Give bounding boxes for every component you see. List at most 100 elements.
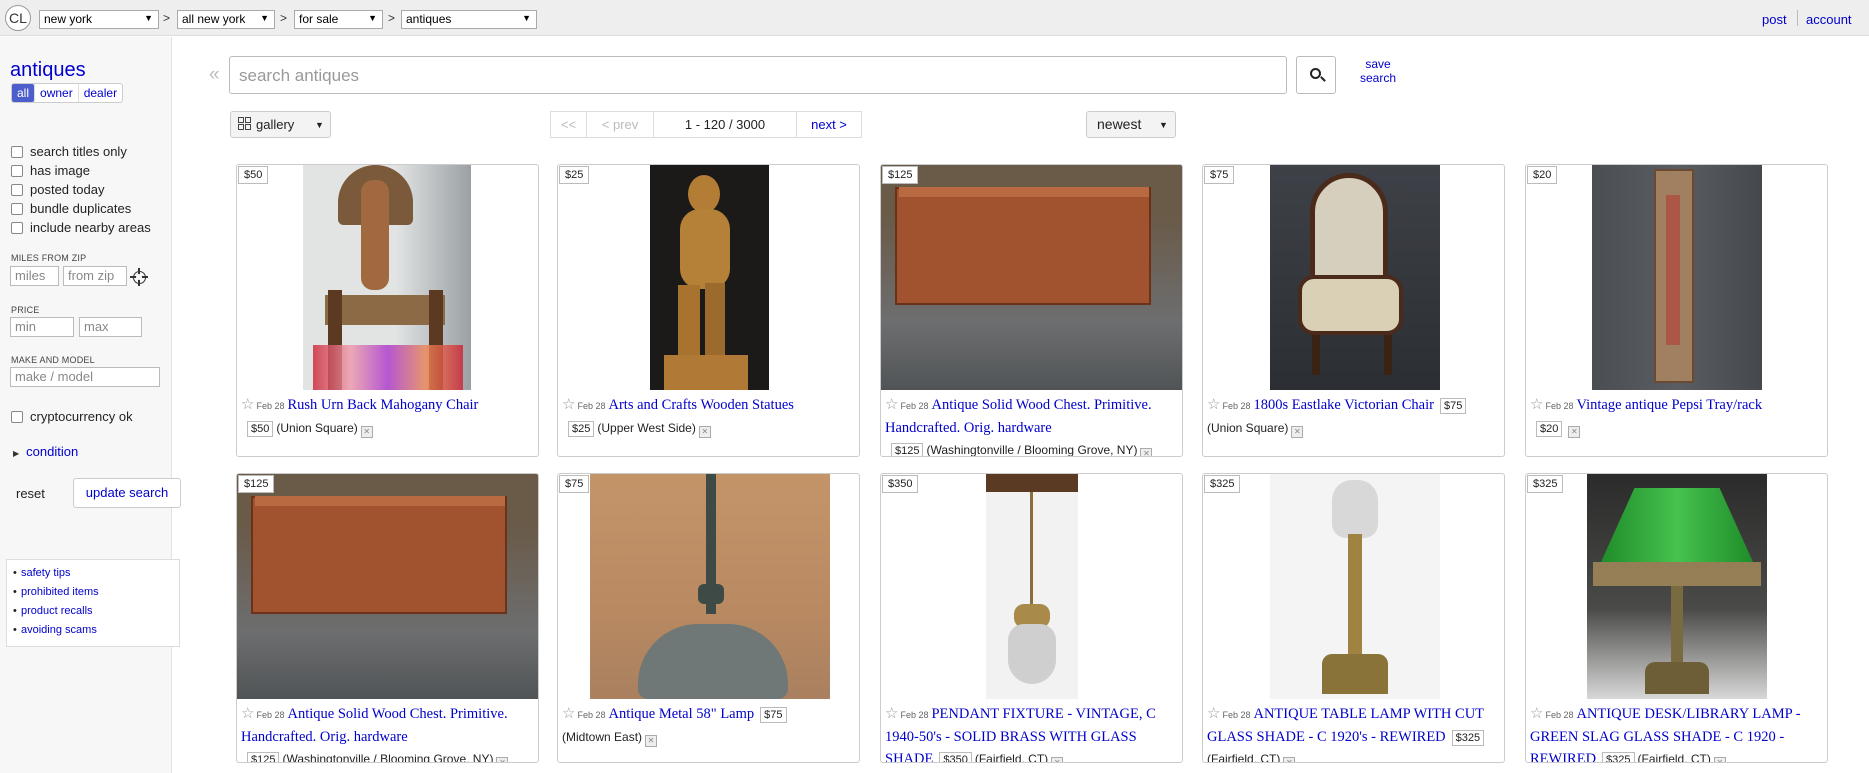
listing-title[interactable]: Vintage antique Pepsi Tray/rack bbox=[1576, 397, 1762, 413]
listing-info: ☆ Feb 28 1800s Eastlake Victorian Chair $75… bbox=[1207, 394, 1502, 439]
product-recalls-link[interactable]: product recalls bbox=[7, 605, 179, 624]
listing-title[interactable]: Antique Metal 58" Lamp bbox=[608, 706, 754, 722]
listing-image[interactable] bbox=[1526, 474, 1827, 699]
make-model-input[interactable]: make / model bbox=[10, 367, 160, 387]
listing-card[interactable]: $75 ☆ Feb 28 Antique Metal 58" Lamp $75 (Mi… bbox=[557, 473, 860, 763]
min-price-input[interactable]: min bbox=[10, 317, 74, 337]
listing-image[interactable] bbox=[558, 165, 859, 390]
account-link[interactable]: account bbox=[1806, 12, 1852, 27]
hide-listing-icon[interactable]: ✕ bbox=[1568, 426, 1581, 438]
post-link[interactable]: post bbox=[1762, 12, 1787, 27]
listing-location: (Midtown East) bbox=[562, 730, 643, 744]
listing-info: ☆ Feb 28 Rush Urn Back Mahogany Chair $50(… bbox=[241, 394, 536, 439]
hide-listing-icon[interactable]: ✕ bbox=[1291, 426, 1304, 438]
first-page-button[interactable]: << bbox=[550, 111, 587, 138]
checkbox[interactable] bbox=[11, 410, 23, 423]
save-search-link[interactable]: save search bbox=[1354, 57, 1402, 85]
checkbox[interactable] bbox=[11, 221, 23, 234]
zip-input[interactable]: from zip bbox=[63, 266, 127, 286]
checkbox-label: bundle duplicates bbox=[30, 201, 132, 216]
checkbox[interactable] bbox=[11, 183, 23, 196]
favorite-star-icon[interactable]: ☆ bbox=[1530, 396, 1543, 413]
favorite-star-icon[interactable]: ☆ bbox=[241, 396, 254, 413]
listing-image[interactable] bbox=[1203, 165, 1504, 390]
hide-listing-icon[interactable]: ✕ bbox=[1713, 757, 1726, 762]
favorite-star-icon[interactable]: ☆ bbox=[1530, 705, 1543, 722]
listing-image[interactable] bbox=[237, 474, 538, 699]
safety-tips-link[interactable]: safety tips bbox=[7, 567, 179, 586]
checkbox-label: posted today bbox=[30, 182, 105, 197]
search-button[interactable] bbox=[1296, 56, 1336, 94]
listing-location: (Washingtonville / Blooming Grove, NY) bbox=[926, 443, 1138, 457]
sort-dropdown[interactable]: newest ▼ bbox=[1086, 111, 1176, 138]
favorite-star-icon[interactable]: ☆ bbox=[562, 396, 575, 413]
favorite-star-icon[interactable]: ☆ bbox=[885, 705, 898, 722]
listing-card[interactable]: $25 ☆ Feb 28 Arts and Crafts Wooden Statue… bbox=[557, 164, 860, 457]
listing-image[interactable] bbox=[1203, 474, 1504, 699]
listing-card[interactable]: $125 ☆ Feb 28 Antique Solid Wood Chest. Pr… bbox=[236, 473, 539, 763]
max-price-input[interactable]: max bbox=[79, 317, 142, 337]
listing-card[interactable]: $125 ☆ Feb 28 Antique Solid Wood Chest. Pr… bbox=[880, 164, 1183, 457]
listing-card[interactable]: $20 ☆ Feb 28 Vintage antique Pepsi Tray/ra… bbox=[1525, 164, 1828, 457]
listing-image[interactable] bbox=[881, 474, 1182, 699]
listing-card[interactable]: $325 ☆ Feb 28 ANTIQUE DESK/LIBRARY LAMP -G… bbox=[1525, 473, 1828, 763]
region-select[interactable]: new york ▼ bbox=[39, 10, 159, 29]
hide-listing-icon[interactable]: ✕ bbox=[1283, 757, 1296, 762]
hide-listing-icon[interactable]: ✕ bbox=[698, 426, 711, 438]
checkbox-label: include nearby areas bbox=[30, 220, 151, 235]
checkbox[interactable] bbox=[11, 145, 23, 158]
checkbox[interactable] bbox=[11, 164, 23, 177]
cryptocurrency-ok-option[interactable]: cryptocurrency ok bbox=[11, 409, 133, 424]
section-select[interactable]: for sale ▼ bbox=[294, 10, 383, 29]
craigslist-logo[interactable]: CL bbox=[5, 5, 31, 31]
hide-listing-icon[interactable]: ✕ bbox=[496, 757, 509, 762]
listing-info: ☆ Feb 28 Antique Metal 58" Lamp $75 (Midtow… bbox=[562, 703, 857, 748]
listing-title[interactable]: Rush Urn Back Mahogany Chair bbox=[287, 397, 478, 413]
miles-input[interactable]: miles bbox=[10, 266, 59, 286]
listing-location: (Washingtonville / Blooming Grove, NY) bbox=[282, 752, 494, 763]
collapse-sidebar-icon[interactable]: « bbox=[209, 64, 220, 86]
listing-image[interactable] bbox=[1526, 165, 1827, 390]
hide-listing-icon[interactable]: ✕ bbox=[1140, 448, 1153, 456]
listing-card[interactable]: $350 ☆ Feb 28 PENDANT FIXTURE - VINTAGE, C… bbox=[880, 473, 1183, 763]
seller-type-dealer[interactable]: dealer bbox=[77, 84, 122, 102]
view-mode-dropdown[interactable]: gallery ▼ bbox=[230, 111, 331, 138]
search-input[interactable]: search antiques bbox=[229, 56, 1287, 94]
next-page-button[interactable]: next > bbox=[797, 111, 862, 138]
hide-listing-icon[interactable]: ✕ bbox=[360, 426, 373, 438]
favorite-star-icon[interactable]: ☆ bbox=[562, 705, 575, 722]
bundle-duplicates-option[interactable]: bundle duplicates bbox=[11, 201, 131, 216]
category-select[interactable]: antiques ▼ bbox=[401, 10, 537, 29]
listing-card[interactable]: $325 ☆ Feb 28 ANTIQUE TABLE LAMP WITH CUT … bbox=[1202, 473, 1505, 763]
has-image-option[interactable]: has image bbox=[11, 163, 90, 178]
reset-button[interactable]: reset bbox=[16, 486, 45, 501]
listing-image[interactable] bbox=[558, 474, 859, 699]
search-titles-only-option[interactable]: search titles only bbox=[11, 144, 127, 159]
listing-image[interactable] bbox=[881, 165, 1182, 390]
posted-today-option[interactable]: posted today bbox=[11, 182, 104, 197]
category-title[interactable]: antiques bbox=[10, 59, 86, 82]
favorite-star-icon[interactable]: ☆ bbox=[1207, 705, 1220, 722]
hide-listing-icon[interactable]: ✕ bbox=[645, 735, 658, 747]
listing-card[interactable]: $50 ☆ Feb 28 Rush Urn Back Mahogany Chair … bbox=[236, 164, 539, 457]
listing-card[interactable]: $75 ☆ Feb 28 1800s Eastlake Victorian Chai… bbox=[1202, 164, 1505, 457]
listing-location: (Union Square) bbox=[276, 421, 358, 435]
checkbox[interactable] bbox=[11, 202, 23, 215]
avoiding-scams-link[interactable]: avoiding scams bbox=[7, 624, 179, 643]
favorite-star-icon[interactable]: ☆ bbox=[885, 396, 898, 413]
condition-toggle[interactable]: ▶ condition bbox=[13, 444, 78, 459]
subarea-select[interactable]: all new york ▼ bbox=[177, 10, 275, 29]
seller-type-owner[interactable]: owner bbox=[34, 84, 78, 102]
listing-title[interactable]: 1800s Eastlake Victorian Chair bbox=[1253, 397, 1433, 413]
prohibited-items-link[interactable]: prohibited items bbox=[7, 586, 179, 605]
favorite-star-icon[interactable]: ☆ bbox=[1207, 396, 1220, 413]
hide-listing-icon[interactable]: ✕ bbox=[1051, 757, 1064, 762]
listing-title[interactable]: Arts and Crafts Wooden Statues bbox=[608, 397, 793, 413]
seller-type-all[interactable]: all bbox=[12, 84, 35, 102]
locate-me-icon[interactable] bbox=[130, 268, 148, 286]
prev-page-button[interactable]: < prev bbox=[587, 111, 654, 138]
include-nearby-areas-option[interactable]: include nearby areas bbox=[11, 220, 151, 235]
favorite-star-icon[interactable]: ☆ bbox=[241, 705, 254, 722]
update-search-button[interactable]: update search bbox=[73, 478, 181, 508]
listing-image[interactable] bbox=[237, 165, 538, 390]
